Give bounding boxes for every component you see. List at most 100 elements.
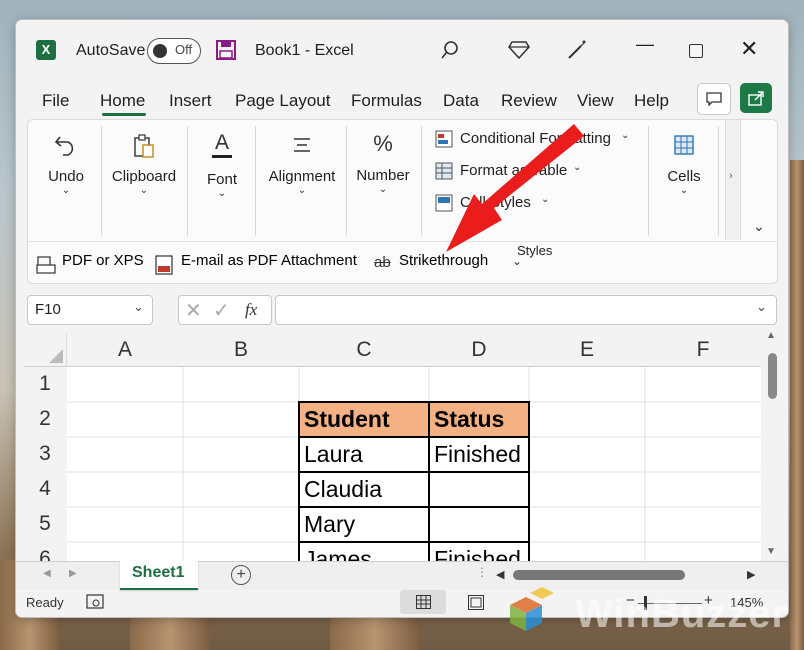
watermark-logo-icon bbox=[510, 587, 554, 631]
chevron-down-icon: ⌄ bbox=[139, 185, 149, 196]
undo-label: Undo bbox=[48, 168, 84, 185]
horizontal-scrollbar-thumb[interactable] bbox=[513, 570, 685, 580]
tab-split-handle[interactable]: ⋮ bbox=[476, 565, 488, 579]
column-header-d[interactable]: D bbox=[430, 338, 528, 362]
table-header-student[interactable]: Student bbox=[304, 406, 390, 433]
chevron-down-icon: ⌄ bbox=[756, 299, 767, 314]
column-header-f[interactable]: F bbox=[645, 338, 761, 362]
status-cell[interactable]: Finished bbox=[434, 441, 521, 468]
worksheet-grid[interactable]: Student Status Laura Finished Claudia Ma… bbox=[67, 367, 761, 561]
autosave-state: Off bbox=[175, 42, 193, 57]
cells-label: Cells bbox=[667, 168, 701, 185]
tab-insert[interactable]: Insert bbox=[169, 91, 212, 111]
name-box[interactable]: F10 ⌄ bbox=[27, 295, 153, 325]
scroll-left-icon[interactable]: ◀ bbox=[496, 568, 504, 581]
column-header-b[interactable]: B bbox=[183, 338, 299, 362]
undo-button[interactable]: Undo ⌄ bbox=[38, 120, 94, 240]
chevron-down-icon: ⌄ bbox=[621, 130, 630, 141]
student-cell[interactable]: Claudia bbox=[304, 476, 382, 503]
table-borders bbox=[298, 401, 530, 561]
chevron-down-icon: ⌄ bbox=[297, 185, 307, 196]
ribbon-collapse-button[interactable]: ⌄ bbox=[753, 218, 765, 235]
column-header-e[interactable]: E bbox=[529, 338, 645, 362]
prev-sheet-icon[interactable]: ◀ bbox=[43, 568, 51, 579]
name-box-value: F10 bbox=[35, 301, 61, 318]
annotation-arrow-icon bbox=[446, 124, 584, 252]
clipboard-button[interactable]: Clipboard ⌄ bbox=[106, 120, 182, 240]
pdf-xps-icon bbox=[36, 256, 56, 274]
ribbon: Undo ⌄ Clipboard ⌄ A Font ⌄ Alignment ⌄ … bbox=[27, 119, 778, 284]
number-label: Number bbox=[356, 167, 410, 184]
chevron-down-icon: ⌄ bbox=[61, 185, 71, 196]
divider bbox=[187, 126, 188, 236]
alignment-button[interactable]: Alignment ⌄ bbox=[262, 120, 342, 240]
comments-button[interactable] bbox=[697, 83, 731, 115]
formula-input[interactable]: ⌄ bbox=[275, 295, 777, 325]
tab-file[interactable]: File bbox=[42, 91, 69, 111]
email-pdf-button[interactable]: E-mail as PDF Attachment bbox=[181, 252, 357, 269]
cells-button[interactable]: Cells ⌄ bbox=[656, 120, 712, 240]
enter-icon[interactable]: ✓ bbox=[213, 298, 230, 323]
cancel-icon[interactable]: ✕ bbox=[185, 298, 202, 323]
chevron-down-icon: ⌄ bbox=[133, 299, 144, 314]
scroll-right-icon[interactable]: ▶ bbox=[747, 568, 755, 581]
row-header-1[interactable]: 1 bbox=[24, 372, 66, 396]
row-header-3[interactable]: 3 bbox=[24, 442, 66, 466]
save-icon[interactable] bbox=[216, 40, 236, 60]
tab-data[interactable]: Data bbox=[443, 91, 479, 111]
share-button[interactable] bbox=[740, 83, 772, 113]
column-header-a[interactable]: A bbox=[67, 338, 183, 362]
excel-window: X AutoSave Off Book1 - Excel — ✕ File Ho… bbox=[15, 19, 789, 618]
scroll-down-icon[interactable]: ▼ bbox=[766, 546, 776, 557]
table-header-status[interactable]: Status bbox=[434, 406, 504, 433]
add-sheet-button[interactable]: + bbox=[231, 565, 251, 585]
close-button[interactable]: ✕ bbox=[740, 36, 758, 62]
next-sheet-icon[interactable]: ▶ bbox=[69, 568, 77, 579]
student-cell[interactable]: James bbox=[304, 546, 372, 561]
grid-view-icon bbox=[416, 595, 431, 609]
corner-triangle-icon bbox=[49, 349, 63, 363]
status-cell[interactable]: Finished bbox=[434, 546, 521, 561]
excel-logo-icon: X bbox=[36, 40, 56, 60]
minimize-button[interactable]: — bbox=[636, 34, 654, 55]
autosave-label: AutoSave bbox=[76, 42, 146, 59]
maximize-button[interactable] bbox=[689, 44, 703, 58]
tab-home[interactable]: Home bbox=[100, 91, 145, 111]
row-header-2[interactable]: 2 bbox=[24, 407, 66, 431]
row-header-4[interactable]: 4 bbox=[24, 477, 66, 501]
tab-page-layout[interactable]: Page Layout bbox=[235, 91, 330, 111]
number-button[interactable]: % Number ⌄ bbox=[352, 120, 414, 240]
font-button[interactable]: A Font ⌄ bbox=[194, 120, 250, 240]
active-tab-underline bbox=[102, 113, 146, 116]
search-icon[interactable] bbox=[440, 40, 460, 60]
student-cell[interactable]: Mary bbox=[304, 511, 355, 538]
font-color-bar bbox=[212, 155, 232, 158]
row-header-5[interactable]: 5 bbox=[24, 512, 66, 536]
insert-function-icon[interactable]: fx bbox=[245, 300, 257, 320]
tab-review[interactable]: Review bbox=[501, 91, 557, 111]
pdf-xps-button[interactable]: PDF or XPS bbox=[62, 252, 144, 269]
tab-formulas[interactable]: Formulas bbox=[351, 91, 422, 111]
strikethrough-icon: ab bbox=[374, 254, 391, 271]
tab-help[interactable]: Help bbox=[634, 91, 669, 111]
status-ready: Ready bbox=[26, 595, 64, 610]
scroll-up-icon[interactable]: ▲ bbox=[766, 330, 776, 341]
alignment-label: Alignment bbox=[268, 168, 336, 185]
email-pdf-icon bbox=[155, 255, 173, 275]
diamond-icon[interactable] bbox=[508, 40, 530, 60]
tab-view[interactable]: View bbox=[577, 91, 614, 111]
comment-icon bbox=[706, 92, 722, 106]
column-header-c[interactable]: C bbox=[299, 338, 429, 362]
pen-sparkle-icon[interactable] bbox=[566, 39, 588, 61]
normal-view-button[interactable] bbox=[400, 590, 446, 614]
page-layout-view-icon[interactable] bbox=[468, 595, 484, 610]
ribbon-scroll-strip[interactable]: › bbox=[725, 120, 741, 240]
watermark-text: WinBuzzer bbox=[575, 592, 789, 636]
sheet-tab-label: Sheet1 bbox=[132, 564, 185, 581]
sheet-tab-sheet1[interactable]: Sheet1 bbox=[120, 561, 198, 590]
select-all-corner[interactable] bbox=[24, 334, 67, 366]
accessibility-icon[interactable] bbox=[86, 594, 104, 610]
vertical-scrollbar-thumb[interactable] bbox=[768, 353, 777, 399]
autosave-toggle[interactable]: Off bbox=[147, 38, 201, 64]
student-cell[interactable]: Laura bbox=[304, 441, 363, 468]
